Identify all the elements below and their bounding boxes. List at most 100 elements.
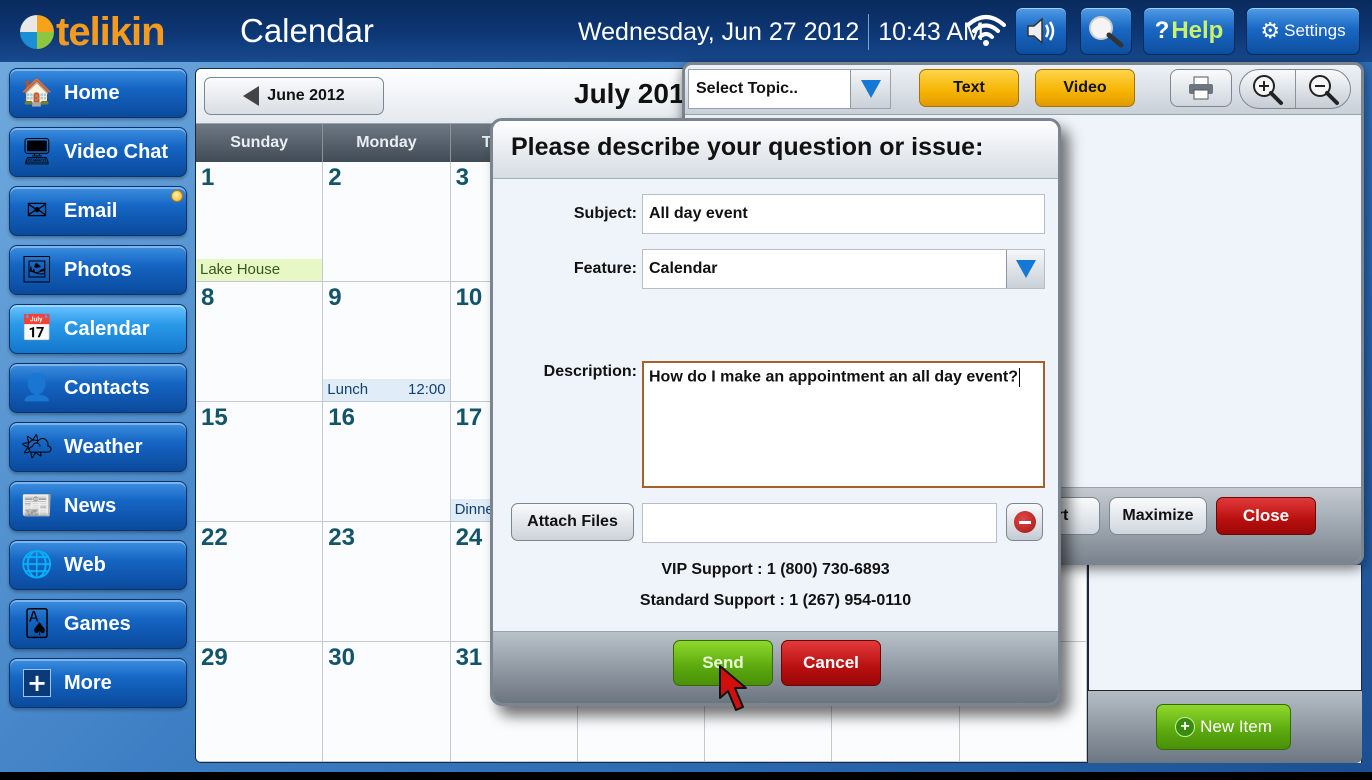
day-number: 31 xyxy=(455,644,483,671)
search-button[interactable] xyxy=(1080,7,1132,55)
new-item-label: New Item xyxy=(1200,717,1272,736)
day-cell[interactable]: 9 Lunch 12:00 xyxy=(323,282,451,402)
sidebar-item-label: Home xyxy=(64,81,120,104)
sidebar-item-more[interactable]: + More xyxy=(9,658,187,708)
attach-files-button[interactable]: Attach Files xyxy=(511,503,634,541)
settings-label: Settings xyxy=(1284,21,1346,40)
sidebar-item-label: Games xyxy=(64,612,131,635)
sidebar-item-label: Video Chat xyxy=(64,140,169,163)
house-icon: 🏠 xyxy=(20,78,54,108)
dialog-footer: Send Cancel xyxy=(493,631,1058,703)
subject-value: All day event xyxy=(649,205,748,222)
globe-icon: 🌐 xyxy=(20,550,54,580)
help-button[interactable]: ? Help xyxy=(1143,7,1235,55)
vip-support-text: VIP Support : 1 (800) 730-6893 xyxy=(661,561,890,578)
zoom-in-button[interactable] xyxy=(1240,70,1296,108)
cancel-button[interactable]: Cancel xyxy=(781,640,881,686)
logo-mark-icon xyxy=(20,15,54,49)
chevron-down-icon xyxy=(1015,260,1036,278)
sidebar-item-web[interactable]: 🌐 Web xyxy=(9,540,187,590)
day-cell[interactable]: 1 Lake House xyxy=(196,162,324,282)
topic-select[interactable]: Select Topic.. xyxy=(688,69,891,109)
day-number: 15 xyxy=(201,404,228,431)
sidebar-item-home[interactable]: 🏠 Home xyxy=(9,68,187,118)
wifi-icon xyxy=(966,15,1006,46)
day-cell[interactable]: 29 xyxy=(196,642,324,762)
day-number: 9 xyxy=(328,284,342,311)
zoom-in-icon xyxy=(1253,75,1284,105)
day-number: 29 xyxy=(201,644,228,671)
print-button[interactable] xyxy=(1170,69,1232,107)
sidebar-item-email[interactable]: ✉ Email xyxy=(9,186,187,236)
remove-attachment-button[interactable] xyxy=(1006,503,1043,541)
day-cell[interactable]: 2 xyxy=(323,162,451,282)
text-button[interactable]: Text xyxy=(919,69,1019,107)
close-button[interactable]: Close xyxy=(1216,497,1316,535)
question-icon: ? xyxy=(1154,17,1170,44)
description-label: Description: xyxy=(543,363,637,380)
sidebar-item-label: Email xyxy=(64,199,118,222)
sidebar-item-label: Contacts xyxy=(64,376,150,399)
day-cell[interactable]: 30 xyxy=(323,642,451,762)
topic-dropdown-button[interactable] xyxy=(850,70,890,108)
feature-dropdown-button[interactable] xyxy=(1006,250,1044,288)
sidebar-item-calendar[interactable]: 📅 Calendar xyxy=(9,304,187,354)
close-button-label: Close xyxy=(1242,506,1290,525)
zoom-out-icon xyxy=(1308,75,1339,105)
video-button[interactable]: Video xyxy=(1035,69,1135,107)
day-number: 17 xyxy=(455,404,483,431)
sidebar-item-photos[interactable]: 🖼 Photos xyxy=(9,245,187,295)
sidebar-item-contacts[interactable]: 👤 Contacts xyxy=(9,363,187,413)
zoom-controls xyxy=(1239,69,1351,109)
day-number: 16 xyxy=(328,404,355,431)
sidebar-item-label: Calendar xyxy=(64,317,150,340)
day-number: 2 xyxy=(328,164,342,191)
day-cell[interactable]: 16 xyxy=(323,402,451,522)
magnifier-icon xyxy=(1089,16,1124,48)
weekday-sunday: Sunday xyxy=(196,124,324,162)
new-item-button[interactable]: + New Item xyxy=(1156,704,1291,750)
sidebar: 🏠 Home 🖥 Video Chat ✉ Email 🖼 Photos 📅 C… xyxy=(9,68,187,717)
top-bar: telikin Calendar Wednesday, Jun 27 2012 … xyxy=(0,0,1372,62)
telikin-logo: telikin xyxy=(20,10,166,54)
day-cell[interactable]: 15 xyxy=(196,402,324,522)
calendar-event[interactable]: Lake House xyxy=(196,259,323,281)
subject-field[interactable]: All day event xyxy=(642,194,1045,234)
weather-icon: 🌤 xyxy=(20,432,54,462)
attach-files-label: Attach Files xyxy=(527,513,618,530)
support-request-dialog: Please describe your question or issue: … xyxy=(490,118,1061,706)
notification-badge xyxy=(171,190,183,202)
maximize-button[interactable]: Maximize xyxy=(1109,497,1207,535)
minus-circle-icon xyxy=(1013,511,1036,533)
sidebar-item-weather[interactable]: 🌤 Weather xyxy=(9,422,187,472)
help-toolbar: Select Topic.. Text Video xyxy=(685,65,1361,115)
sidebar-item-news[interactable]: 📰 News xyxy=(9,481,187,531)
previous-month-button[interactable]: June 2012 xyxy=(204,77,384,115)
zoom-out-button[interactable] xyxy=(1296,70,1351,108)
calendar-event[interactable]: Lunch 12:00 xyxy=(323,379,450,401)
sidebar-item-video-chat[interactable]: 🖥 Video Chat xyxy=(9,127,187,177)
arrow-left-icon xyxy=(243,86,260,106)
settings-button[interactable]: ⚙ Settings xyxy=(1246,7,1360,55)
gear-icon: ⚙ xyxy=(1260,18,1281,43)
send-button[interactable]: Send xyxy=(673,640,773,686)
feature-select[interactable]: Calendar xyxy=(642,249,1045,289)
attachment-field[interactable] xyxy=(642,503,997,543)
event-title: Lake House xyxy=(200,261,281,278)
send-label: Send xyxy=(702,653,744,672)
sound-button[interactable] xyxy=(1015,7,1067,55)
text-caret xyxy=(1018,368,1020,387)
sidebar-item-games[interactable]: 🂡 Games xyxy=(9,599,187,649)
datetime: Wednesday, Jun 27 2012 10:43 AM xyxy=(578,14,984,50)
event-title: Lunch xyxy=(327,381,369,398)
description-textarea[interactable]: How do I make an appointment an all day … xyxy=(642,361,1045,488)
day-cell[interactable]: 23 xyxy=(323,522,451,642)
day-cell[interactable]: 8 xyxy=(196,282,324,402)
plus-icon: + xyxy=(18,664,56,702)
help-label: Help xyxy=(1171,17,1224,44)
feature-value: Calendar xyxy=(649,260,718,277)
day-cell[interactable]: 22 xyxy=(196,522,324,642)
event-time: 12:00 xyxy=(408,381,446,398)
sidebar-item-label: Weather xyxy=(64,435,143,458)
photos-icon: 🖼 xyxy=(20,255,54,285)
